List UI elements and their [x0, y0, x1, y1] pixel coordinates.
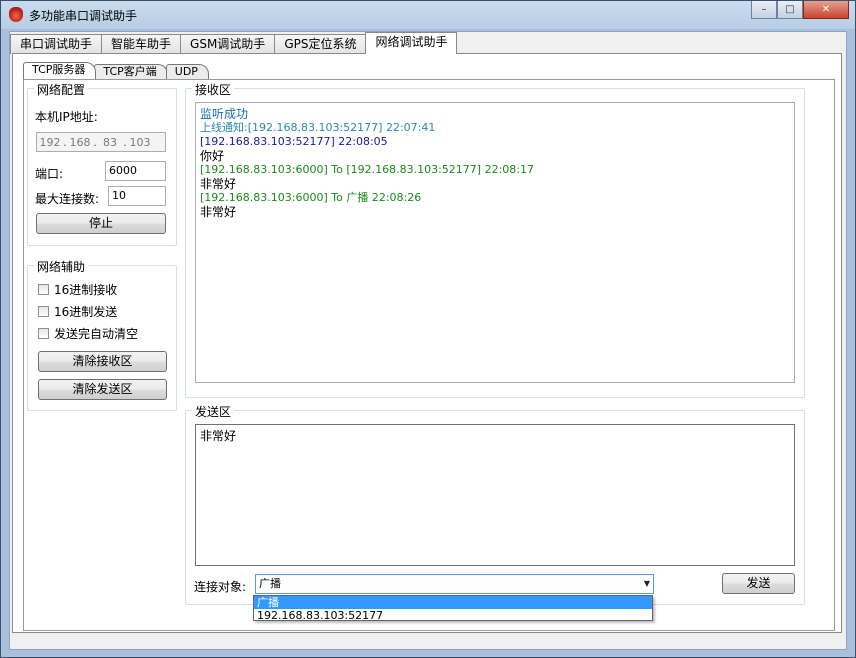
maximize-button[interactable]: □ [777, 1, 803, 19]
auto-clear-label: 发送完自动清空 [54, 327, 139, 341]
port-input[interactable]: 6000 [105, 161, 166, 181]
tab-tcp-server[interactable]: TCP服务器 [23, 62, 97, 79]
network-config-group: 网络配置 本机IP地址: 192. 168. 83. 103 端口: 6000 … [27, 81, 177, 246]
network-aux-title: 网络辅助 [34, 258, 89, 275]
window-controls: – □ ✕ [751, 1, 849, 21]
chevron-down-icon[interactable]: ▼ [644, 575, 650, 593]
target-option-client[interactable]: 192.168.83.103:52177 [254, 609, 652, 622]
stop-button[interactable]: 停止 [36, 213, 166, 234]
tcp-server-panel: 网络配置 本机IP地址: 192. 168. 83. 103 端口: 6000 … [23, 79, 835, 631]
network-aux-group: 网络辅助 16进制接收 16进制发送 发送完自动清空 清除接收区 清除发送区 [27, 258, 177, 411]
target-option-broadcast[interactable]: 广播 [254, 596, 652, 609]
ip-octet-4: 103 [129, 135, 151, 149]
tab-smart-car[interactable]: 智能车助手 [101, 34, 181, 54]
ip-octet-2: 168 [69, 135, 91, 149]
network-config-title: 网络配置 [34, 81, 89, 98]
receive-line: 上线通知:[192.168.83.103:52177] 22:07:41 [200, 121, 436, 134]
hex-receive-label: 16进制接收 [54, 283, 118, 297]
ip-octet-3: 83 [103, 135, 117, 149]
target-selected-value: 广播 [259, 577, 281, 590]
hex-send-label: 16进制发送 [54, 305, 118, 319]
tab-gps[interactable]: GPS定位系统 [274, 34, 366, 54]
target-select[interactable]: 广播 ▼ [255, 574, 654, 594]
tab-udp[interactable]: UDP [165, 64, 209, 79]
hex-send-checkbox[interactable]: 16进制发送 [38, 303, 117, 320]
receive-line: 你好 [200, 149, 225, 163]
client-area: 串口调试助手 智能车助手 GSM调试助手 GPS定位系统 网络调试助手 TCP服… [9, 31, 847, 650]
hex-receive-box[interactable] [38, 284, 49, 295]
target-dropdown-list: 广播 192.168.83.103:52177 [253, 595, 653, 622]
tab-gsm-debug[interactable]: GSM调试助手 [180, 34, 275, 54]
window-title: 多功能串口调试助手 [29, 9, 138, 23]
send-textarea[interactable]: 非常好 [195, 424, 795, 566]
clear-receive-button[interactable]: 清除接收区 [38, 351, 167, 372]
port-label: 端口: [35, 167, 64, 181]
close-button[interactable]: ✕ [803, 1, 849, 19]
ip-address-field[interactable]: 192. 168. 83. 103 [36, 132, 166, 152]
tab-serial-debug[interactable]: 串口调试助手 [10, 34, 102, 54]
max-connections-label: 最大连接数: [35, 192, 100, 206]
receive-line: [192.168.83.103:6000] To 广播 22:08:26 [200, 191, 422, 204]
minimize-button[interactable]: – [751, 1, 777, 19]
hex-receive-checkbox[interactable]: 16进制接收 [38, 281, 117, 298]
tab-tcp-client[interactable]: TCP客户端 [94, 64, 168, 79]
send-button[interactable]: 发送 [722, 573, 795, 594]
receive-line: [192.168.83.103:6000] To [192.168.83.103… [200, 163, 534, 176]
receive-line: [192.168.83.103:52177] 22:08:05 [200, 135, 388, 148]
receive-line: 监听成功 [200, 107, 249, 121]
send-title: 发送区 [192, 403, 235, 420]
ip-octet-1: 192 [39, 135, 61, 149]
app-icon [9, 7, 23, 22]
receive-line: 非常好 [200, 205, 237, 219]
main-tab-strip: 串口调试助手 智能车助手 GSM调试助手 GPS定位系统 网络调试助手 [10, 32, 458, 54]
receive-group: 接收区 监听成功 上线通知:[192.168.83.103:52177] 22:… [185, 81, 805, 398]
tab-network-debug[interactable]: 网络调试助手 [365, 32, 458, 54]
send-group: 发送区 非常好 连接对象: 广播 ▼ 发送 [185, 403, 805, 605]
auto-clear-box[interactable] [38, 328, 49, 339]
ip-label: 本机IP地址: [35, 110, 98, 124]
network-debug-panel: TCP服务器 TCP客户端 UDP 网络配置 本机IP地址: 192. 168.… [12, 53, 842, 633]
hex-send-box[interactable] [38, 306, 49, 317]
clear-send-button[interactable]: 清除发送区 [38, 379, 167, 400]
app-window: 多功能串口调试助手 – □ ✕ 串口调试助手 智能车助手 GSM调试助手 GPS… [0, 0, 856, 658]
target-label: 连接对象: [194, 580, 247, 594]
receive-title: 接收区 [192, 81, 235, 98]
receive-line: 非常好 [200, 177, 237, 191]
title-bar[interactable]: 多功能串口调试助手 – □ ✕ [1, 1, 855, 29]
auto-clear-checkbox[interactable]: 发送完自动清空 [38, 325, 138, 342]
receive-textarea[interactable]: 监听成功 上线通知:[192.168.83.103:52177] 22:07:4… [195, 102, 795, 383]
sub-tab-strip: TCP服务器 TCP客户端 UDP [23, 62, 209, 80]
max-connections-input[interactable]: 10 [108, 186, 166, 206]
